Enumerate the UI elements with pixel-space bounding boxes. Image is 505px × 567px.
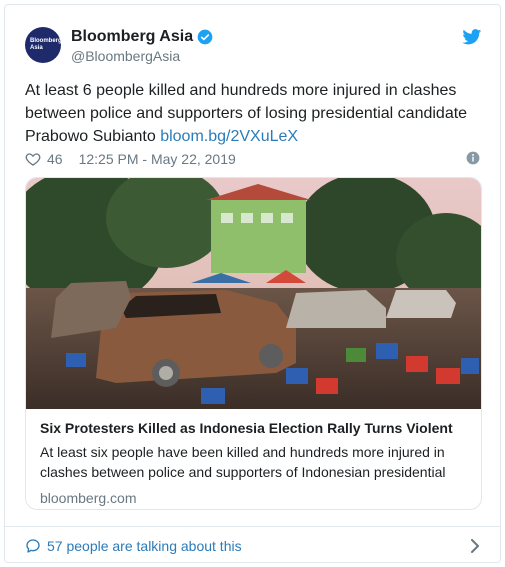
heart-icon[interactable] — [25, 151, 41, 167]
avatar[interactable]: Bloomberg Asia — [25, 27, 62, 63]
tweet-timestamp[interactable]: 12:25 PM - May 22, 2019 — [79, 151, 236, 167]
tweet-header: Bloomberg Asia Bloomberg Asia @Bloomberg… — [25, 27, 482, 67]
tweet-meta: 46 12:25 PM - May 22, 2019 — [25, 149, 480, 169]
display-name-text: Bloomberg Asia — [71, 28, 194, 45]
card-image — [26, 178, 481, 409]
speech-bubble-icon — [26, 539, 40, 553]
author-names: Bloomberg Asia @BloombergAsia — [71, 27, 213, 65]
link-preview-card[interactable]: Six Protesters Killed as Indonesia Elect… — [25, 177, 482, 510]
talking-count-text[interactable]: 57 people are talking about this — [47, 538, 242, 554]
author-display-name[interactable]: Bloomberg Asia — [71, 27, 213, 47]
twitter-bird-icon[interactable] — [462, 29, 482, 45]
avatar-text-line-2: Asia — [30, 45, 43, 51]
verified-badge-icon — [197, 29, 213, 45]
tweet-link[interactable]: bloom.bg/2VXuLeX — [160, 128, 298, 145]
card-body: Six Protesters Killed as Indonesia Elect… — [40, 418, 467, 508]
card-domain: bloomberg.com — [40, 490, 137, 506]
like-count[interactable]: 46 — [47, 151, 63, 167]
footer-divider — [5, 526, 500, 527]
info-icon[interactable] — [466, 151, 480, 165]
author-handle[interactable]: @BloombergAsia — [71, 47, 213, 65]
card-title: Six Protesters Killed as Indonesia Elect… — [40, 420, 453, 436]
avatar-text-line-1: Bloomberg — [30, 38, 62, 44]
tweet-text: At least 6 people killed and hundreds mo… — [25, 79, 485, 148]
card-description: At least six people have been killed and… — [40, 444, 446, 480]
embedded-tweet: Bloomberg Asia Bloomberg Asia @Bloomberg… — [4, 4, 501, 563]
chevron-right-icon[interactable] — [470, 539, 480, 553]
conversation-footer[interactable]: 57 people are talking about this — [25, 535, 480, 557]
